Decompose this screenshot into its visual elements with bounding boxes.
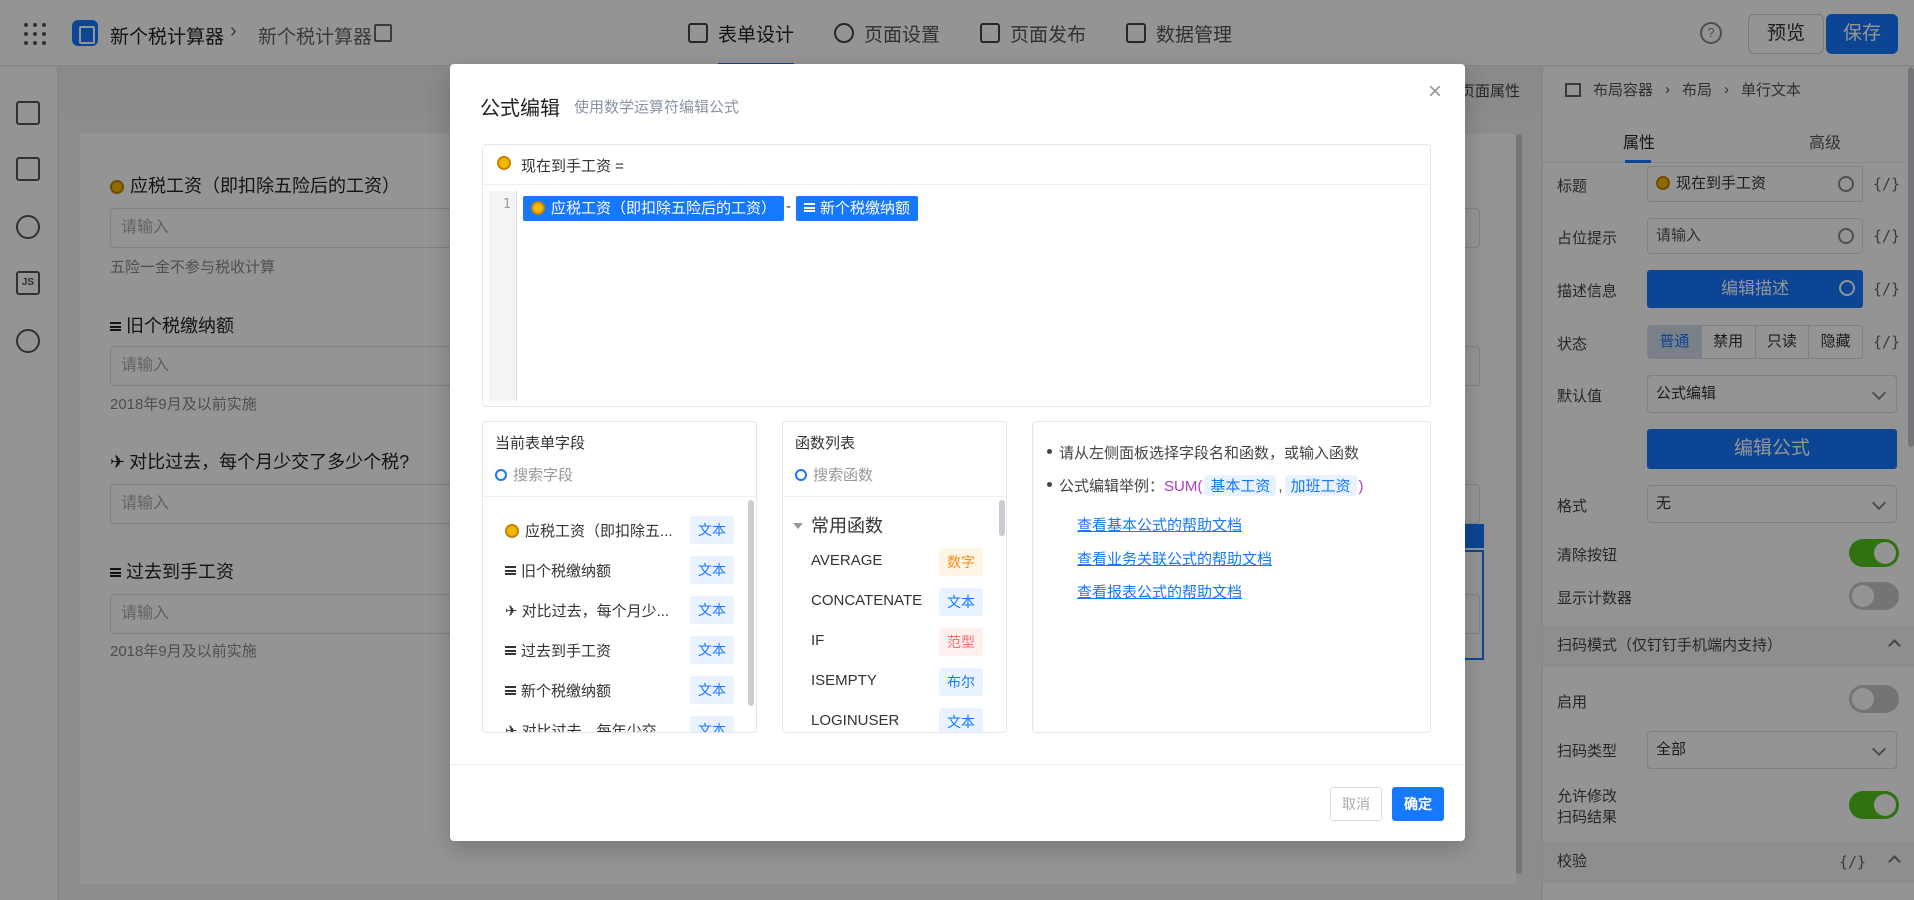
cancel-button[interactable]: 取消: [1330, 787, 1382, 821]
field-search-input[interactable]: 搜索字段: [495, 464, 573, 485]
basic-formula-help-link[interactable]: 查看基本公式的帮助文档: [1077, 514, 1242, 535]
lines-icon: [804, 203, 815, 212]
type-tag: 文本: [939, 588, 983, 616]
function-group[interactable]: 常用函数: [793, 512, 883, 538]
help-example: 公式编辑举例：SUM(基本工资, 加班工资): [1047, 475, 1364, 496]
lines-icon: [505, 646, 516, 655]
divider: [450, 764, 1465, 765]
modal-title: 公式编辑: [480, 98, 560, 120]
type-tag: 范型: [939, 628, 983, 656]
type-tag: 文本: [690, 596, 734, 624]
type-tag: 数字: [939, 548, 983, 576]
help-tip: 请从左侧面板选择字段名和函数，或输入函数: [1046, 442, 1359, 463]
function-item-average[interactable]: AVERAGE: [811, 552, 882, 569]
form-fields-panel: 当前表单字段 搜索字段 应税工资（即扣除五... 文本 旧个税缴纳额 文本 ✈ 对…: [482, 421, 757, 733]
function-item-isempty[interactable]: ISEMPTY: [811, 672, 877, 689]
function-search-input[interactable]: 搜索函数: [795, 464, 873, 485]
formula-field-chip[interactable]: 应税工资（即扣除五险后的工资）: [523, 196, 785, 221]
type-tag: 文本: [690, 516, 734, 544]
formula-operator: -: [786, 198, 791, 215]
target-field-label: 现在到手工资 =: [521, 158, 624, 175]
function-item-loginuser[interactable]: LOGINUSER: [811, 712, 899, 729]
function-item-concatenate[interactable]: CONCATENATE: [811, 592, 922, 609]
caret-down-icon: [793, 523, 803, 529]
sun-icon: [505, 524, 519, 538]
confirm-button[interactable]: 确定: [1392, 787, 1444, 821]
plane-icon: ✈: [505, 723, 518, 733]
field-list-item[interactable]: 旧个税缴纳额: [505, 560, 611, 581]
divider: [483, 496, 756, 497]
type-tag: 文本: [690, 676, 734, 704]
lines-icon: [505, 686, 516, 695]
function-item-if[interactable]: IF: [811, 632, 824, 649]
panel-title: 当前表单字段: [495, 435, 586, 452]
fields-scrollbar[interactable]: [748, 500, 754, 706]
formula-editor-modal: 公式编辑 使用数学运算符编辑公式 × 现在到手工资 = 1 应税工资（即扣除五险…: [450, 64, 1465, 841]
line-gutter: 1: [489, 191, 517, 401]
formula-editor[interactable]: 现在到手工资 = 1: [482, 144, 1431, 407]
type-tag: 文本: [690, 716, 734, 732]
sun-icon: [497, 156, 511, 170]
field-list-item[interactable]: 新个税缴纳额: [505, 680, 611, 701]
functions-scrollbar[interactable]: [999, 500, 1005, 536]
field-list-item[interactable]: 应税工资（即扣除五...: [505, 520, 673, 541]
formula-field-chip[interactable]: 新个税缴纳额: [796, 196, 919, 221]
search-icon: [795, 469, 807, 481]
editor-header: 现在到手工资 =: [483, 145, 1430, 185]
plane-icon: ✈: [505, 603, 518, 620]
type-tag: 文本: [690, 636, 734, 664]
field-list-item[interactable]: ✈ 对比过去，每年少交...: [505, 720, 669, 733]
type-tag: 文本: [690, 556, 734, 584]
field-list-item[interactable]: 过去到手工资: [505, 640, 611, 661]
report-formula-help-link[interactable]: 查看报表公式的帮助文档: [1077, 581, 1242, 602]
modal-subtitle: 使用数学运算符编辑公式: [574, 99, 740, 116]
close-icon[interactable]: ×: [1428, 78, 1442, 106]
example-field-tag: 基本工资: [1204, 475, 1277, 496]
type-tag: 布尔: [939, 668, 983, 696]
search-icon: [495, 469, 507, 481]
field-list-item[interactable]: ✈ 对比过去，每个月少...: [505, 600, 669, 621]
type-tag: 文本: [939, 708, 983, 732]
divider: [783, 496, 1006, 497]
example-field-tag: 加班工资: [1284, 475, 1357, 496]
sun-icon: [531, 201, 545, 215]
business-formula-help-link[interactable]: 查看业务关联公式的帮助文档: [1077, 548, 1272, 569]
panel-title: 函数列表: [795, 435, 856, 452]
line-number: 1: [503, 197, 511, 212]
functions-panel: 函数列表 搜索函数 常用函数 AVERAGE 数字 CONCATENATE 文本…: [782, 421, 1007, 733]
lines-icon: [505, 566, 516, 575]
help-panel: 请从左侧面板选择字段名和函数，或输入函数 公式编辑举例：SUM(基本工资, 加班工…: [1032, 421, 1431, 733]
